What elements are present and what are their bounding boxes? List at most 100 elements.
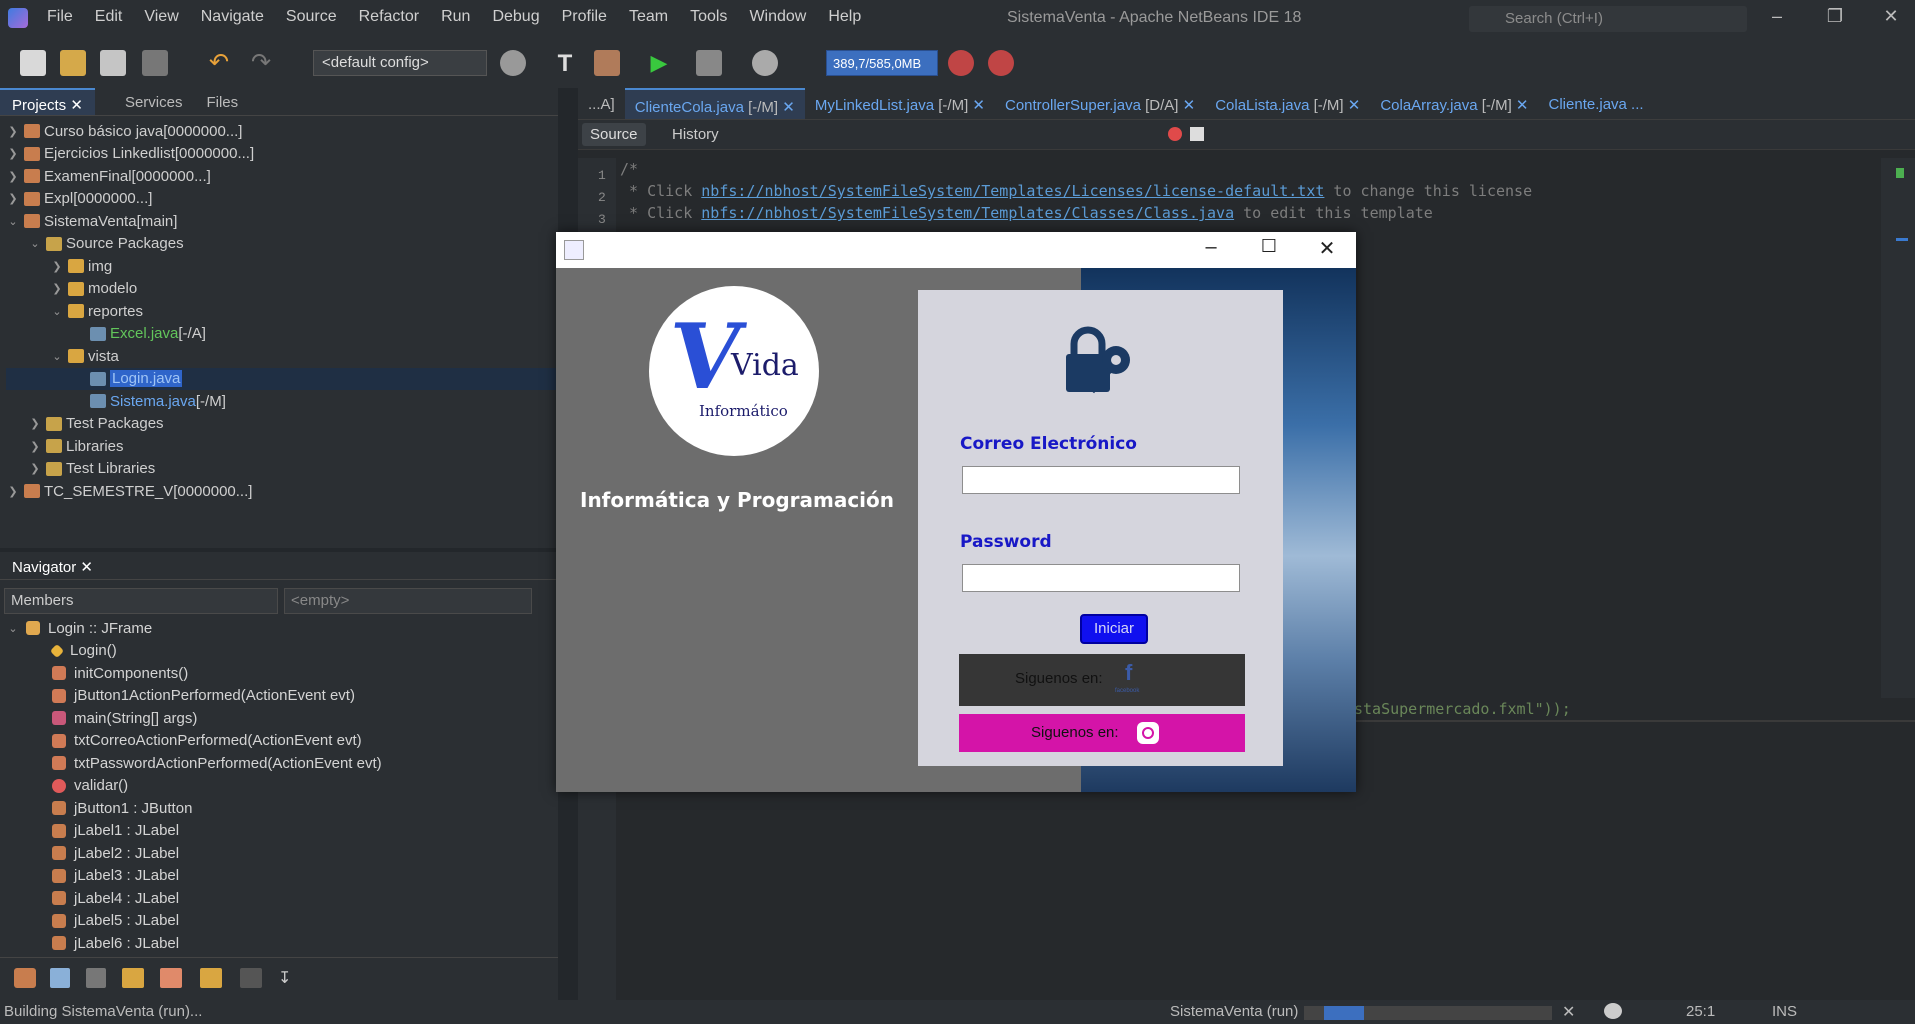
filter-select[interactable]: <empty> [284, 588, 532, 614]
filter-inherited-icon[interactable] [122, 968, 144, 988]
login-close-button[interactable]: ✕ [1312, 236, 1342, 262]
editor-tab[interactable]: ClienteCola.java [-/M] ✕ [624, 88, 805, 119]
menu-run[interactable]: Run [430, 8, 481, 26]
undo-icon[interactable]: ↶ [206, 50, 232, 76]
menu-refactor[interactable]: Refactor [348, 8, 430, 26]
tree-item[interactable]: ❯ Expl [0000000...] [6, 188, 558, 211]
tree-item[interactable]: ❯ Curso básico java [0000000...] [6, 120, 558, 143]
list-item[interactable]: initComponents() [6, 662, 556, 685]
editor-tab[interactable]: Cliente.java ... [1539, 88, 1654, 119]
list-item[interactable]: txtCorreoActionPerformed(ActionEvent evt… [6, 730, 556, 753]
list-item[interactable]: jButton1 : JButton [6, 797, 556, 820]
tree-item[interactable]: ⌄ SistemaVenta [main] [6, 210, 558, 233]
tree-item[interactable]: ❯ Ejercicios Linkedlist [0000000...] [6, 143, 558, 166]
list-item[interactable]: jButton1ActionPerformed(ActionEvent evt) [6, 685, 556, 708]
tree-item[interactable]: Excel.java [-/A] [6, 323, 558, 346]
filter-nonpublic-icon[interactable] [86, 968, 106, 988]
editor-tab[interactable]: ColaLista.java [-/M] ✕ [1205, 88, 1370, 119]
login-minimize-button[interactable]: – [1196, 236, 1226, 262]
run-task-label[interactable]: SistemaVenta (run) [1170, 1003, 1298, 1020]
editor-tab[interactable]: ColaArray.java [-/M] ✕ [1370, 88, 1538, 119]
config-select[interactable]: <default config> [313, 50, 487, 76]
memory-indicator[interactable]: 389,7/585,0MB [826, 50, 938, 76]
gc-profile-icon[interactable] [988, 50, 1014, 76]
menu-file[interactable]: File [36, 8, 84, 26]
list-item[interactable]: main(String[] args) [6, 707, 556, 730]
editor-tab[interactable]: MyLinkedList.java [-/M] ✕ [805, 88, 995, 119]
menu-help[interactable]: Help [817, 8, 872, 26]
menu-edit[interactable]: Edit [84, 8, 134, 26]
menu-debug[interactable]: Debug [481, 8, 550, 26]
menu-team[interactable]: Team [618, 8, 679, 26]
tree-item[interactable]: ❯ modelo [6, 278, 558, 301]
tree-item[interactable]: Login.java [6, 367, 558, 390]
filter-inner-icon[interactable] [160, 968, 182, 988]
tab-projects[interactable]: Projects ✕ [0, 88, 95, 115]
list-item[interactable]: jLabel4 : JLabel [6, 887, 556, 910]
new-file-icon[interactable] [20, 50, 46, 76]
list-item[interactable]: Login() [6, 640, 556, 663]
clean-build-icon[interactable]: T [552, 50, 578, 77]
facebook-banner[interactable]: Siguenos en: f facebook [959, 654, 1245, 706]
open-project-icon[interactable] [100, 50, 126, 76]
notifications-icon[interactable] [1604, 1003, 1622, 1019]
gc-icon[interactable] [948, 50, 974, 76]
redo-icon[interactable]: ↷ [248, 50, 274, 76]
menu-view[interactable]: View [133, 8, 189, 26]
history-mode-button[interactable]: History [664, 123, 727, 146]
filter-static-icon[interactable] [50, 968, 70, 988]
cancel-task-icon[interactable]: ✕ [1562, 1002, 1575, 1022]
run-icon[interactable]: ▶ [646, 50, 672, 76]
email-field[interactable] [962, 466, 1240, 494]
tree-item[interactable]: ❯ ExamenFinal [0000000...] [6, 165, 558, 188]
profile-icon[interactable] [752, 50, 778, 76]
maximize-button[interactable]: ❐ [1815, 6, 1855, 32]
list-item[interactable]: validar() [6, 775, 556, 798]
record-macro-icon[interactable] [1168, 127, 1182, 141]
tree-item[interactable]: Sistema.java [-/M] [6, 390, 558, 413]
minimize-button[interactable]: – [1757, 6, 1797, 32]
password-field[interactable] [962, 564, 1240, 592]
list-item[interactable]: jLabel3 : JLabel [6, 865, 556, 888]
tree-item[interactable]: ❯ Test Packages [6, 413, 558, 436]
tab-services[interactable]: Services [113, 88, 195, 115]
filter-fields-icon[interactable] [14, 968, 36, 988]
sort-order-icon[interactable]: ↧ [278, 968, 298, 988]
editor-tab[interactable]: ...A] [578, 88, 625, 119]
menu-navigate[interactable]: Navigate [190, 8, 275, 26]
list-item[interactable]: jLabel5 : JLabel [6, 910, 556, 933]
tab-files[interactable]: Files [194, 88, 250, 115]
menu-window[interactable]: Window [738, 8, 817, 26]
tree-item[interactable]: ⌄ vista [6, 345, 558, 368]
members-select[interactable]: Members [4, 588, 278, 614]
list-item[interactable]: jLabel6 : JLabel [6, 932, 556, 955]
source-mode-button[interactable]: Source [582, 123, 646, 146]
list-item[interactable]: jLabel1 : JLabel [6, 820, 556, 843]
menu-tools[interactable]: Tools [679, 8, 738, 26]
close-button[interactable]: ✕ [1871, 6, 1911, 32]
list-item[interactable]: txtPasswordActionPerformed(ActionEvent e… [6, 752, 556, 775]
menu-source[interactable]: Source [275, 8, 348, 26]
menu-profile[interactable]: Profile [551, 8, 618, 26]
sort-icon[interactable] [240, 968, 262, 988]
tree-item[interactable]: ❯ Libraries [6, 435, 558, 458]
tree-item[interactable]: ❯ Test Libraries [6, 458, 558, 481]
template-link[interactable]: nbfs://nbhost/SystemFileSystem/Templates… [701, 204, 1234, 222]
license-link[interactable]: nbfs://nbhost/SystemFileSystem/Templates… [701, 182, 1324, 200]
globe-icon[interactable] [500, 50, 526, 76]
new-project-icon[interactable] [60, 50, 86, 76]
list-item[interactable]: ⌄ Login :: JFrame [6, 617, 556, 640]
build-icon[interactable] [594, 50, 620, 76]
list-item[interactable]: jLabel2 : JLabel [6, 842, 556, 865]
tree-item[interactable]: ⌄ Source Packages [6, 233, 558, 256]
instagram-banner[interactable]: Siguenos en: [959, 714, 1245, 752]
login-maximize-button[interactable]: ☐ [1254, 236, 1284, 262]
login-button[interactable]: Iniciar [1080, 614, 1148, 644]
filter-package-icon[interactable] [200, 968, 222, 988]
tab-navigator[interactable]: Navigator ✕ [0, 552, 105, 579]
tree-item[interactable]: ⌄ reportes [6, 300, 558, 323]
stop-macro-icon[interactable] [1190, 127, 1204, 141]
editor-tab[interactable]: ControllerSuper.java [D/A] ✕ [995, 88, 1205, 119]
debug-icon[interactable] [696, 50, 722, 76]
tree-item[interactable]: ❯ img [6, 255, 558, 278]
